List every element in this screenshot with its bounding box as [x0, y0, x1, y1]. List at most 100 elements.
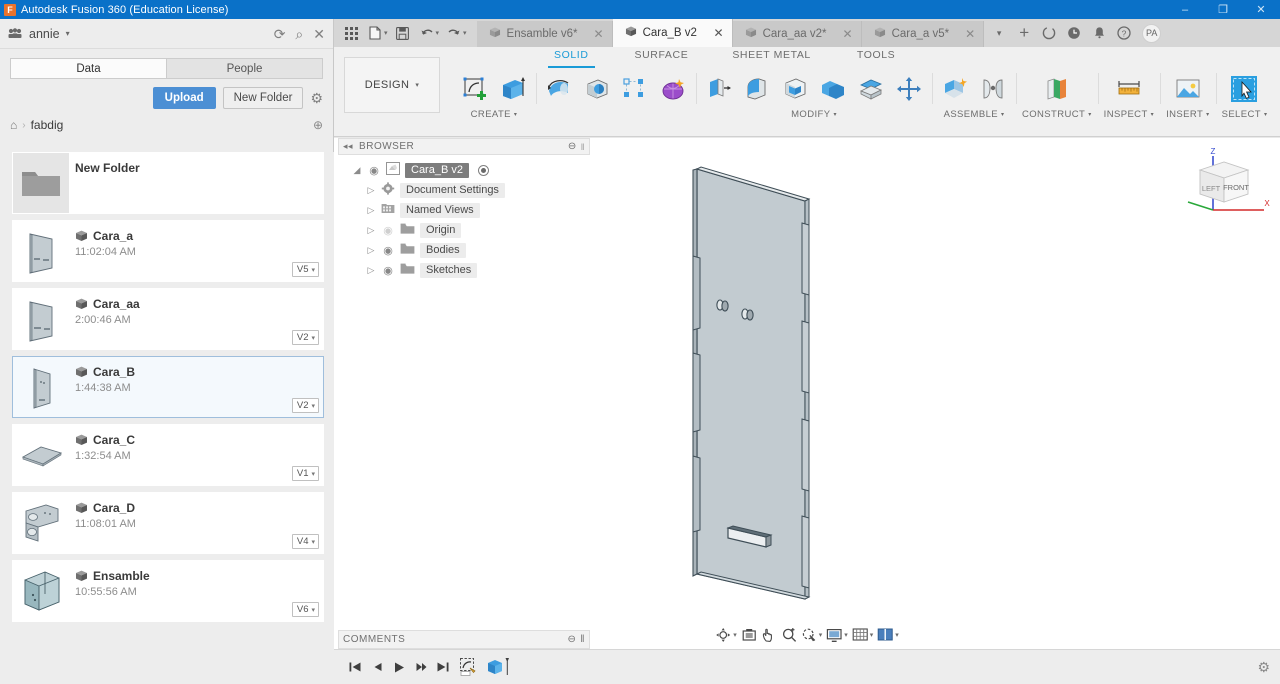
visibility-eye-icon[interactable]: ◉	[367, 164, 381, 177]
measure-icon[interactable]	[1112, 71, 1146, 107]
panel-label-select[interactable]: SELECT ▾	[1222, 109, 1268, 120]
panel-label-assemble[interactable]: ASSEMBLE ▾	[944, 109, 1005, 120]
joint-icon[interactable]	[976, 71, 1010, 107]
close-icon[interactable]: ✕	[833, 27, 853, 41]
timeline-play-button[interactable]	[388, 656, 410, 678]
chevron-down-icon[interactable]: ▾	[895, 631, 899, 639]
chevron-down-icon[interactable]: ▾	[384, 29, 388, 37]
panel-label-modify[interactable]: MODIFY ▾	[791, 109, 837, 120]
display-settings-icon[interactable]: ▾	[825, 626, 849, 645]
visibility-eye-icon[interactable]: ◉	[381, 224, 395, 237]
job-status-icon[interactable]	[1038, 22, 1060, 44]
chevron-down-icon[interactable]: ▾	[844, 631, 848, 639]
document-tab-cara-b[interactable]: Cara_B v2 ✕	[612, 19, 733, 47]
tree-row[interactable]: ▷ ◉ Bodies	[338, 240, 590, 260]
tab-solid[interactable]: SOLID	[540, 47, 603, 68]
file-menu-icon[interactable]	[364, 22, 386, 44]
redo-icon[interactable]	[443, 22, 465, 44]
orbit-icon[interactable]: ▾	[714, 625, 738, 645]
search-icon[interactable]: ⌕	[295, 27, 303, 41]
history-icon[interactable]	[1063, 22, 1085, 44]
viewports-icon[interactable]: ▾	[876, 626, 900, 644]
chevron-down-icon[interactable]: ▾	[870, 631, 874, 639]
tree-row[interactable]: ▷ ◉ Sketches	[338, 260, 590, 280]
file-list[interactable]: New Folder Cara_a 11:02:04 AM V5 ▾ Cara_…	[0, 152, 334, 684]
fillet-icon[interactable]	[740, 71, 774, 107]
shell-icon[interactable]	[778, 71, 812, 107]
extrude-feature-icon[interactable]	[486, 656, 512, 678]
panel-label-construct[interactable]: CONSTRUCT ▾	[1022, 109, 1092, 120]
upload-button[interactable]: Upload	[152, 87, 216, 109]
select-icon[interactable]	[1227, 71, 1261, 107]
new-component-icon[interactable]	[938, 71, 972, 107]
list-item[interactable]: Cara_D 11:08:01 AM V4 ▾	[12, 492, 324, 554]
expand-triangle-icon[interactable]: ▷	[366, 265, 376, 276]
chevron-down-icon[interactable]: ▾	[436, 29, 440, 37]
version-badge[interactable]: V2 ▾	[291, 398, 319, 413]
avatar[interactable]: PA	[1142, 23, 1162, 43]
version-badge[interactable]: V4 ▾	[291, 534, 319, 549]
press-pull-icon[interactable]	[702, 71, 736, 107]
document-tab-cara-aa[interactable]: Cara_aa v2* ✕	[732, 21, 862, 47]
create-sketch-icon[interactable]	[458, 71, 492, 107]
list-item[interactable]: Ensamble 10:55:56 AM V6 ▾	[12, 560, 324, 622]
close-panel-icon[interactable]: ✕	[313, 27, 325, 41]
visibility-eye-icon[interactable]: ◉	[381, 244, 395, 257]
form-icon[interactable]	[656, 71, 690, 107]
visibility-eye-icon[interactable]: ◉	[381, 264, 395, 277]
list-item[interactable]: Cara_a 11:02:04 AM V5 ▾	[12, 220, 324, 282]
tab-overflow-chevron-down-icon[interactable]: ▾	[988, 22, 1010, 44]
panel-label-create[interactable]: CREATE ▾	[471, 109, 518, 120]
chevron-down-icon[interactable]: ▾	[733, 631, 737, 639]
new-folder-button[interactable]: New Folder	[222, 87, 304, 109]
save-icon[interactable]	[392, 22, 414, 44]
maximize-button[interactable]: ❐	[1204, 0, 1242, 19]
collapse-icon[interactable]: ◂◂	[343, 141, 353, 152]
offset-face-icon[interactable]	[854, 71, 888, 107]
new-tab-button[interactable]: +	[1013, 22, 1035, 44]
tab-data[interactable]: Data	[10, 58, 166, 79]
help-icon[interactable]: ?	[1113, 22, 1135, 44]
document-tab-cara-a[interactable]: Cara_a v5* ✕	[861, 21, 985, 47]
expand-triangle-icon[interactable]: ▷	[366, 205, 376, 216]
app-grid-icon[interactable]	[340, 22, 362, 44]
component-activate-radio[interactable]	[477, 164, 489, 176]
globe-icon[interactable]: ⊕	[313, 118, 323, 132]
tree-row[interactable]: ▷ ◉ Origin	[338, 220, 590, 240]
list-item-selected[interactable]: Cara_B 1:44:38 AM V2 ▾	[12, 356, 324, 418]
revolve-icon[interactable]	[542, 71, 576, 107]
zoom-icon[interactable]	[780, 625, 798, 645]
notifications-bell-icon[interactable]	[1088, 22, 1110, 44]
expand-triangle-icon[interactable]: ▷	[366, 245, 376, 256]
expand-triangle-icon[interactable]: ▷	[366, 225, 376, 236]
extrude-icon[interactable]	[496, 71, 530, 107]
expand-triangle-icon[interactable]: ◢	[352, 165, 362, 176]
chevron-down-icon[interactable]: ▾	[66, 29, 70, 38]
zoom-window-icon[interactable]: ▾	[800, 625, 824, 645]
timeline-jump-end-button[interactable]	[432, 656, 454, 678]
tree-row[interactable]: ◢ ◉ Cara_B v2	[338, 160, 590, 180]
pattern-icon[interactable]	[618, 71, 652, 107]
gear-icon[interactable]: ⚙	[1257, 659, 1270, 676]
version-badge[interactable]: V6 ▾	[291, 602, 319, 617]
chevron-down-icon[interactable]: ▾	[819, 631, 823, 639]
home-icon[interactable]: ⌂	[10, 118, 17, 132]
version-badge[interactable]: V1 ▾	[291, 466, 319, 481]
pan-icon[interactable]	[760, 625, 778, 645]
tab-surface[interactable]: SURFACE	[621, 47, 703, 65]
hole-icon[interactable]	[580, 71, 614, 107]
timeline-step-forward-button[interactable]	[410, 656, 432, 678]
chevron-down-icon[interactable]: ▾	[463, 29, 467, 37]
list-item[interactable]: New Folder	[12, 152, 324, 214]
browser-minimize-icon[interactable]: ⊖	[568, 141, 577, 152]
move-copy-icon[interactable]	[892, 71, 926, 107]
browser-grip-icon[interactable]: ‖	[581, 142, 585, 152]
tree-row[interactable]: ▷ Document Settings	[338, 180, 590, 200]
refresh-icon[interactable]: ⟳	[274, 27, 286, 41]
tab-tools[interactable]: TOOLS	[843, 47, 909, 65]
comments-minimize-icon[interactable]: ⊖	[567, 634, 576, 645]
close-window-button[interactable]: ✕	[1242, 0, 1280, 19]
close-icon[interactable]: ✕	[955, 27, 975, 41]
timeline-jump-start-button[interactable]	[344, 656, 366, 678]
workspace-switcher-button[interactable]: DESIGN ▾	[344, 57, 440, 113]
